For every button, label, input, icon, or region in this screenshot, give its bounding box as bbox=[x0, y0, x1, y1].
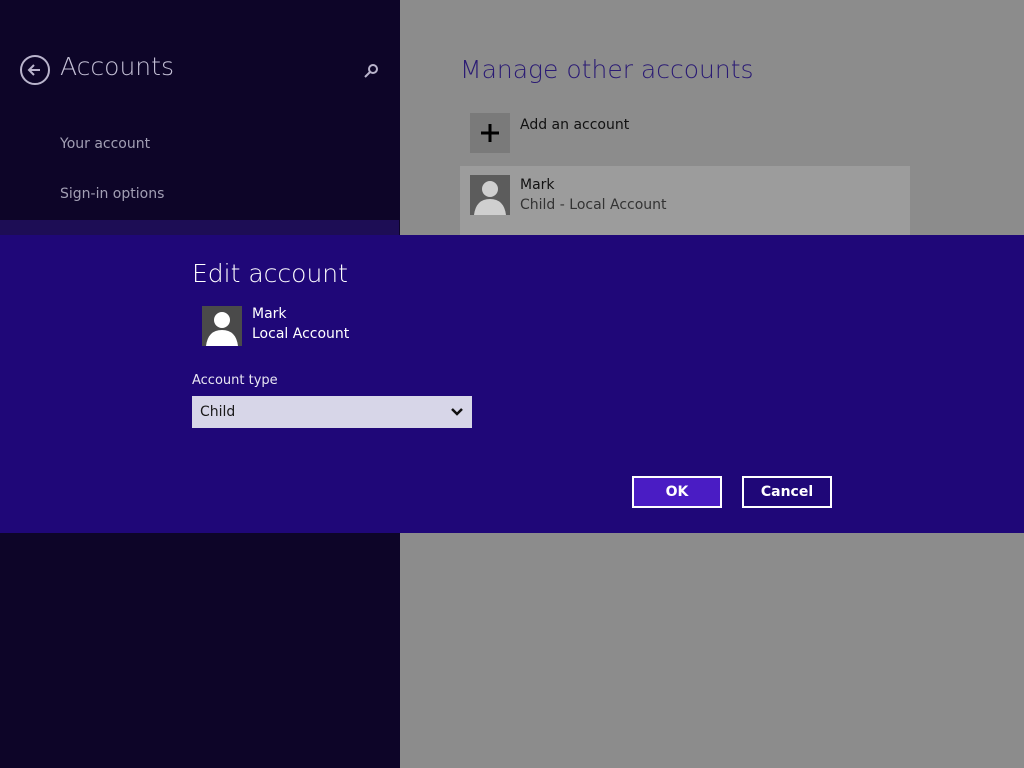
account-name: Mark bbox=[520, 177, 555, 193]
search-icon bbox=[364, 64, 378, 78]
cancel-button[interactable]: Cancel bbox=[742, 476, 832, 508]
avatar bbox=[202, 306, 242, 346]
sidebar-item-selected[interactable] bbox=[0, 220, 399, 236]
user-icon bbox=[206, 312, 238, 346]
back-arrow-icon bbox=[27, 64, 40, 76]
sidebar-item-sign-in-options[interactable]: Sign-in options bbox=[60, 186, 164, 202]
sidebar-item-your-account[interactable]: Your account bbox=[60, 136, 150, 152]
user-name: Mark bbox=[252, 306, 287, 322]
account-list-item[interactable]: Mark Child - Local Account bbox=[460, 166, 910, 236]
avatar bbox=[470, 175, 510, 215]
user-icon bbox=[474, 181, 506, 215]
ok-button[interactable]: OK bbox=[632, 476, 722, 508]
account-type-value: Child bbox=[200, 404, 236, 420]
chevron-down-icon bbox=[451, 408, 463, 416]
add-account-label[interactable]: Add an account bbox=[520, 117, 629, 133]
back-button[interactable] bbox=[20, 55, 50, 85]
account-type: Child - Local Account bbox=[520, 197, 667, 213]
user-account-type: Local Account bbox=[252, 326, 350, 342]
edit-account-dialog: Edit account Mark Local Account Account … bbox=[0, 235, 1024, 533]
search-button[interactable] bbox=[360, 60, 382, 82]
add-account-button[interactable] bbox=[470, 113, 510, 153]
account-type-label: Account type bbox=[192, 373, 278, 388]
dialog-title: Edit account bbox=[192, 259, 348, 288]
page-title: Accounts bbox=[60, 52, 174, 81]
account-type-select[interactable]: Child bbox=[192, 396, 472, 428]
section-title: Manage other accounts bbox=[460, 55, 754, 84]
plus-icon bbox=[481, 124, 499, 142]
